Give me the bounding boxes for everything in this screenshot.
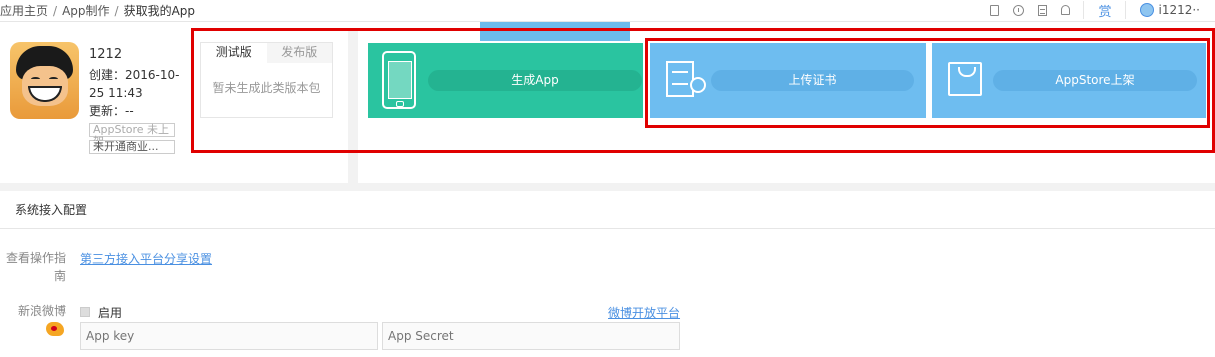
app-icon [10, 42, 79, 119]
breadcrumb-app-home[interactable]: 应用主页 [0, 4, 48, 18]
breadcrumb-separator: / [53, 4, 58, 18]
top-toolbar: 赏 i1212·· [983, 0, 1215, 20]
bell-icon[interactable] [1061, 5, 1071, 15]
config-section-title: 系统接入配置 [15, 203, 88, 217]
app-meta: 1212 创建：2016-10-25 11:43 更新：-- AppStore … [89, 46, 181, 154]
list-icon[interactable] [1038, 4, 1048, 16]
top-bar: 应用主页 / App制作 / 获取我的App 赏 i1212·· [0, 0, 1215, 22]
third-party-share-settings-link[interactable]: 第三方接入平台分享设置 [80, 250, 212, 267]
toolbar-divider [1125, 1, 1127, 19]
annotation-inner-box [645, 38, 1210, 128]
section-separator [0, 183, 1215, 191]
user-avatar-icon[interactable] [1140, 3, 1155, 17]
app-created-date: 创建：2016-10-25 11:43 [89, 68, 180, 100]
toolbar-divider [1083, 1, 1085, 19]
username[interactable]: i1212·· [1158, 3, 1200, 17]
reward-button[interactable]: 赏 [1098, 1, 1111, 20]
document-icon[interactable] [990, 4, 1000, 16]
breadcrumb-separator: / [114, 4, 119, 18]
breadcrumb-app-making[interactable]: App制作 [62, 4, 109, 18]
config-divider [0, 228, 1215, 229]
weibo-label: 新浪微博 [17, 304, 66, 318]
breadcrumb-current: 获取我的App [123, 4, 196, 18]
guide-label: 查看操作指南 [5, 251, 66, 283]
app-secret-input[interactable] [382, 322, 680, 350]
appstore-status-badge: AppStore 未上架 [89, 123, 175, 148]
business-status-badge[interactable]: 未开通商业... [89, 140, 175, 154]
clock-icon[interactable] [1013, 4, 1025, 16]
enable-label: 启用 [98, 306, 123, 320]
app-updated-date: 更新：-- [89, 104, 134, 118]
enable-checkbox[interactable] [80, 307, 90, 317]
weibo-open-platform-link[interactable]: 微博开放平台 [608, 304, 680, 321]
app-key-input[interactable] [80, 322, 378, 350]
app-name: 1212 [89, 47, 123, 62]
breadcrumb: 应用主页 / App制作 / 获取我的App [0, 2, 195, 19]
weibo-icon [46, 322, 64, 336]
